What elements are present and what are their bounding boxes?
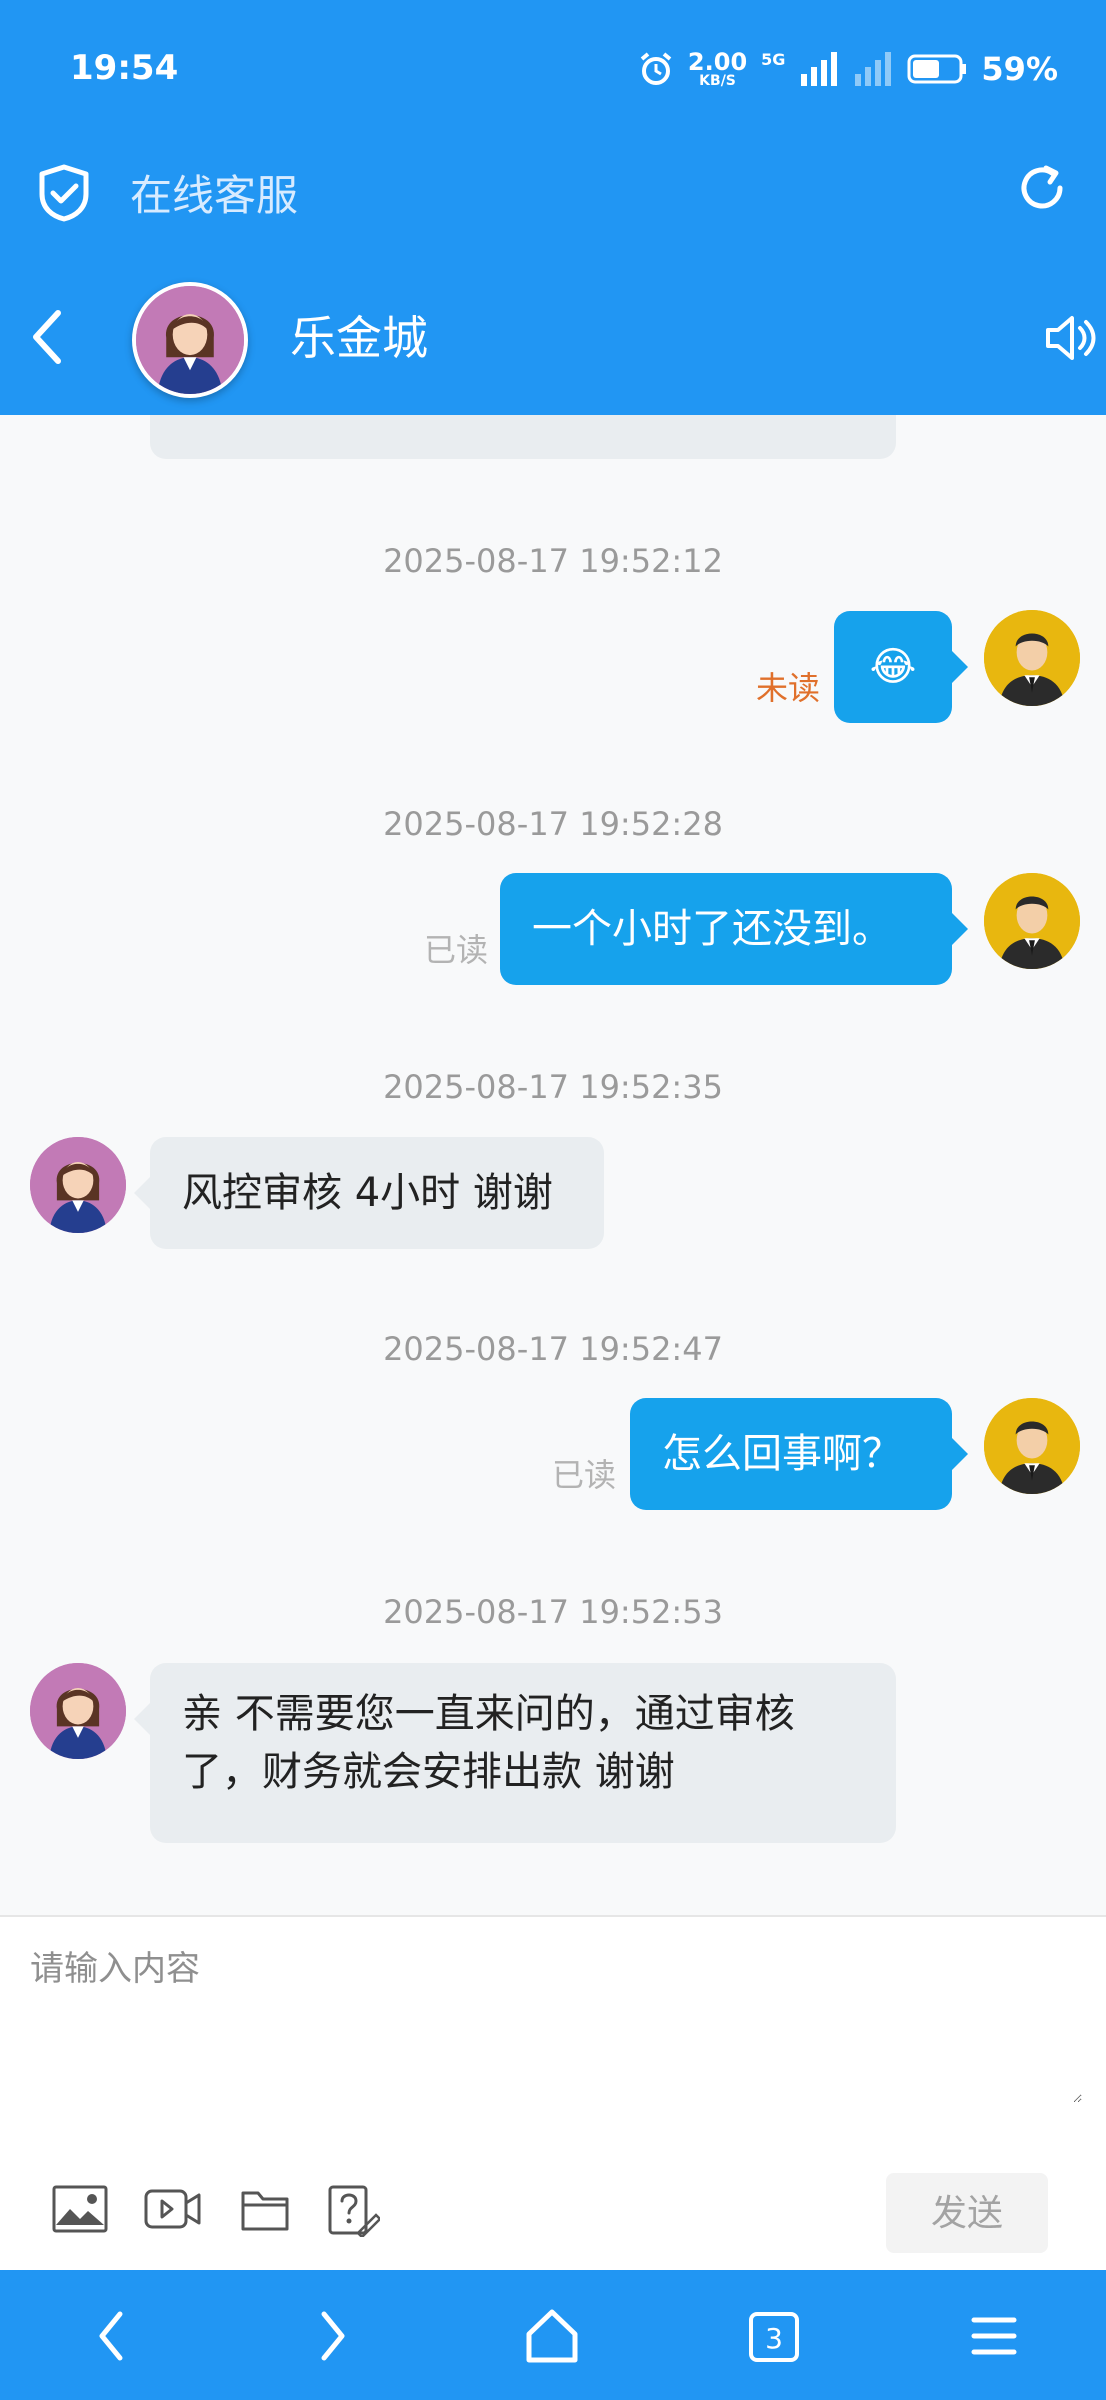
message-composer: 发送 bbox=[0, 1915, 1106, 2272]
nav-back-icon[interactable] bbox=[94, 2306, 130, 2366]
message-bubble[interactable]: 一个小时了还没到。 bbox=[500, 873, 968, 985]
male-user-icon bbox=[984, 873, 1080, 969]
signal-icon bbox=[801, 52, 838, 86]
female-agent-icon bbox=[30, 1137, 126, 1233]
male-user-icon bbox=[984, 610, 1080, 706]
message-bubble[interactable]: 风控审核 4小时 谢谢 bbox=[134, 1137, 604, 1249]
user-avatar bbox=[984, 1398, 1080, 1494]
nav-forward-icon[interactable] bbox=[314, 2306, 350, 2366]
read-status: 已读 bbox=[424, 931, 489, 969]
agent-avatar bbox=[30, 1137, 126, 1233]
chat-name: 乐金城 bbox=[290, 311, 428, 365]
signal-weak-icon bbox=[855, 52, 892, 86]
page-title: 在线客服 bbox=[130, 171, 299, 220]
read-status: 已读 bbox=[552, 1456, 617, 1494]
speaker-icon[interactable] bbox=[1042, 310, 1098, 366]
message-bubble[interactable]: 😂 bbox=[834, 611, 968, 723]
male-user-icon bbox=[984, 1398, 1080, 1494]
status-time: 19:54 bbox=[70, 48, 179, 88]
message-timestamp: 2025-08-17 19:52:47 bbox=[383, 1330, 723, 1368]
title-row: 在线客服 bbox=[0, 140, 1106, 240]
message-bubble-partial bbox=[150, 415, 896, 459]
chat-header: 乐金城 bbox=[0, 270, 1106, 415]
battery-percent: 59% bbox=[981, 50, 1058, 88]
alarm-icon bbox=[640, 52, 672, 85]
image-icon[interactable] bbox=[52, 2185, 108, 2233]
message-timestamp: 2025-08-17 19:52:28 bbox=[383, 805, 723, 843]
tab-count: 3 bbox=[765, 2322, 783, 2355]
network-type: 5G bbox=[761, 50, 786, 69]
tabs-icon[interactable]: 3 bbox=[746, 2306, 802, 2366]
agent-avatar bbox=[30, 1663, 126, 1759]
folder-icon[interactable] bbox=[240, 2185, 290, 2233]
user-avatar bbox=[984, 610, 1080, 706]
top-bar: 19:54 2.00 KB/S 5G 59% 在线客服 乐金城 bbox=[0, 0, 1106, 415]
bottom-nav: 3 bbox=[0, 2270, 1106, 2400]
home-icon[interactable] bbox=[524, 2306, 580, 2366]
send-button[interactable]: 发送 bbox=[886, 2173, 1048, 2253]
battery-icon bbox=[907, 54, 967, 84]
menu-icon[interactable] bbox=[966, 2306, 1022, 2366]
back-icon[interactable] bbox=[28, 305, 68, 369]
user-avatar bbox=[984, 873, 1080, 969]
message-input[interactable] bbox=[28, 1939, 1082, 2103]
laughing-emoji-icon: 😂 bbox=[869, 644, 917, 690]
refresh-icon[interactable] bbox=[1016, 162, 1068, 214]
video-icon[interactable] bbox=[144, 2185, 202, 2233]
female-agent-icon bbox=[30, 1663, 126, 1759]
message-timestamp: 2025-08-17 19:52:53 bbox=[383, 1593, 723, 1631]
faq-icon[interactable] bbox=[328, 2185, 380, 2237]
message-bubble[interactable]: 怎么回事啊？ bbox=[630, 1398, 968, 1510]
chat-area[interactable]: 2025-08-17 19:52:12 未读 😂 2025-08-17 19:5… bbox=[0, 415, 1106, 1915]
agent-avatar bbox=[132, 282, 248, 398]
message-bubble[interactable]: 亲 不需要您一直来问的，通过审核了，财务就会安排出款 谢谢 bbox=[134, 1663, 896, 1843]
status-icons: 2.00 KB/S 5G 59% bbox=[638, 50, 1058, 88]
message-timestamp: 2025-08-17 19:52:12 bbox=[383, 542, 723, 580]
female-agent-icon bbox=[136, 286, 244, 394]
unread-status: 未读 bbox=[756, 669, 821, 707]
shield-check-icon bbox=[39, 164, 89, 222]
network-speed: 2.00 KB/S bbox=[687, 48, 748, 89]
message-timestamp: 2025-08-17 19:52:35 bbox=[383, 1068, 723, 1106]
